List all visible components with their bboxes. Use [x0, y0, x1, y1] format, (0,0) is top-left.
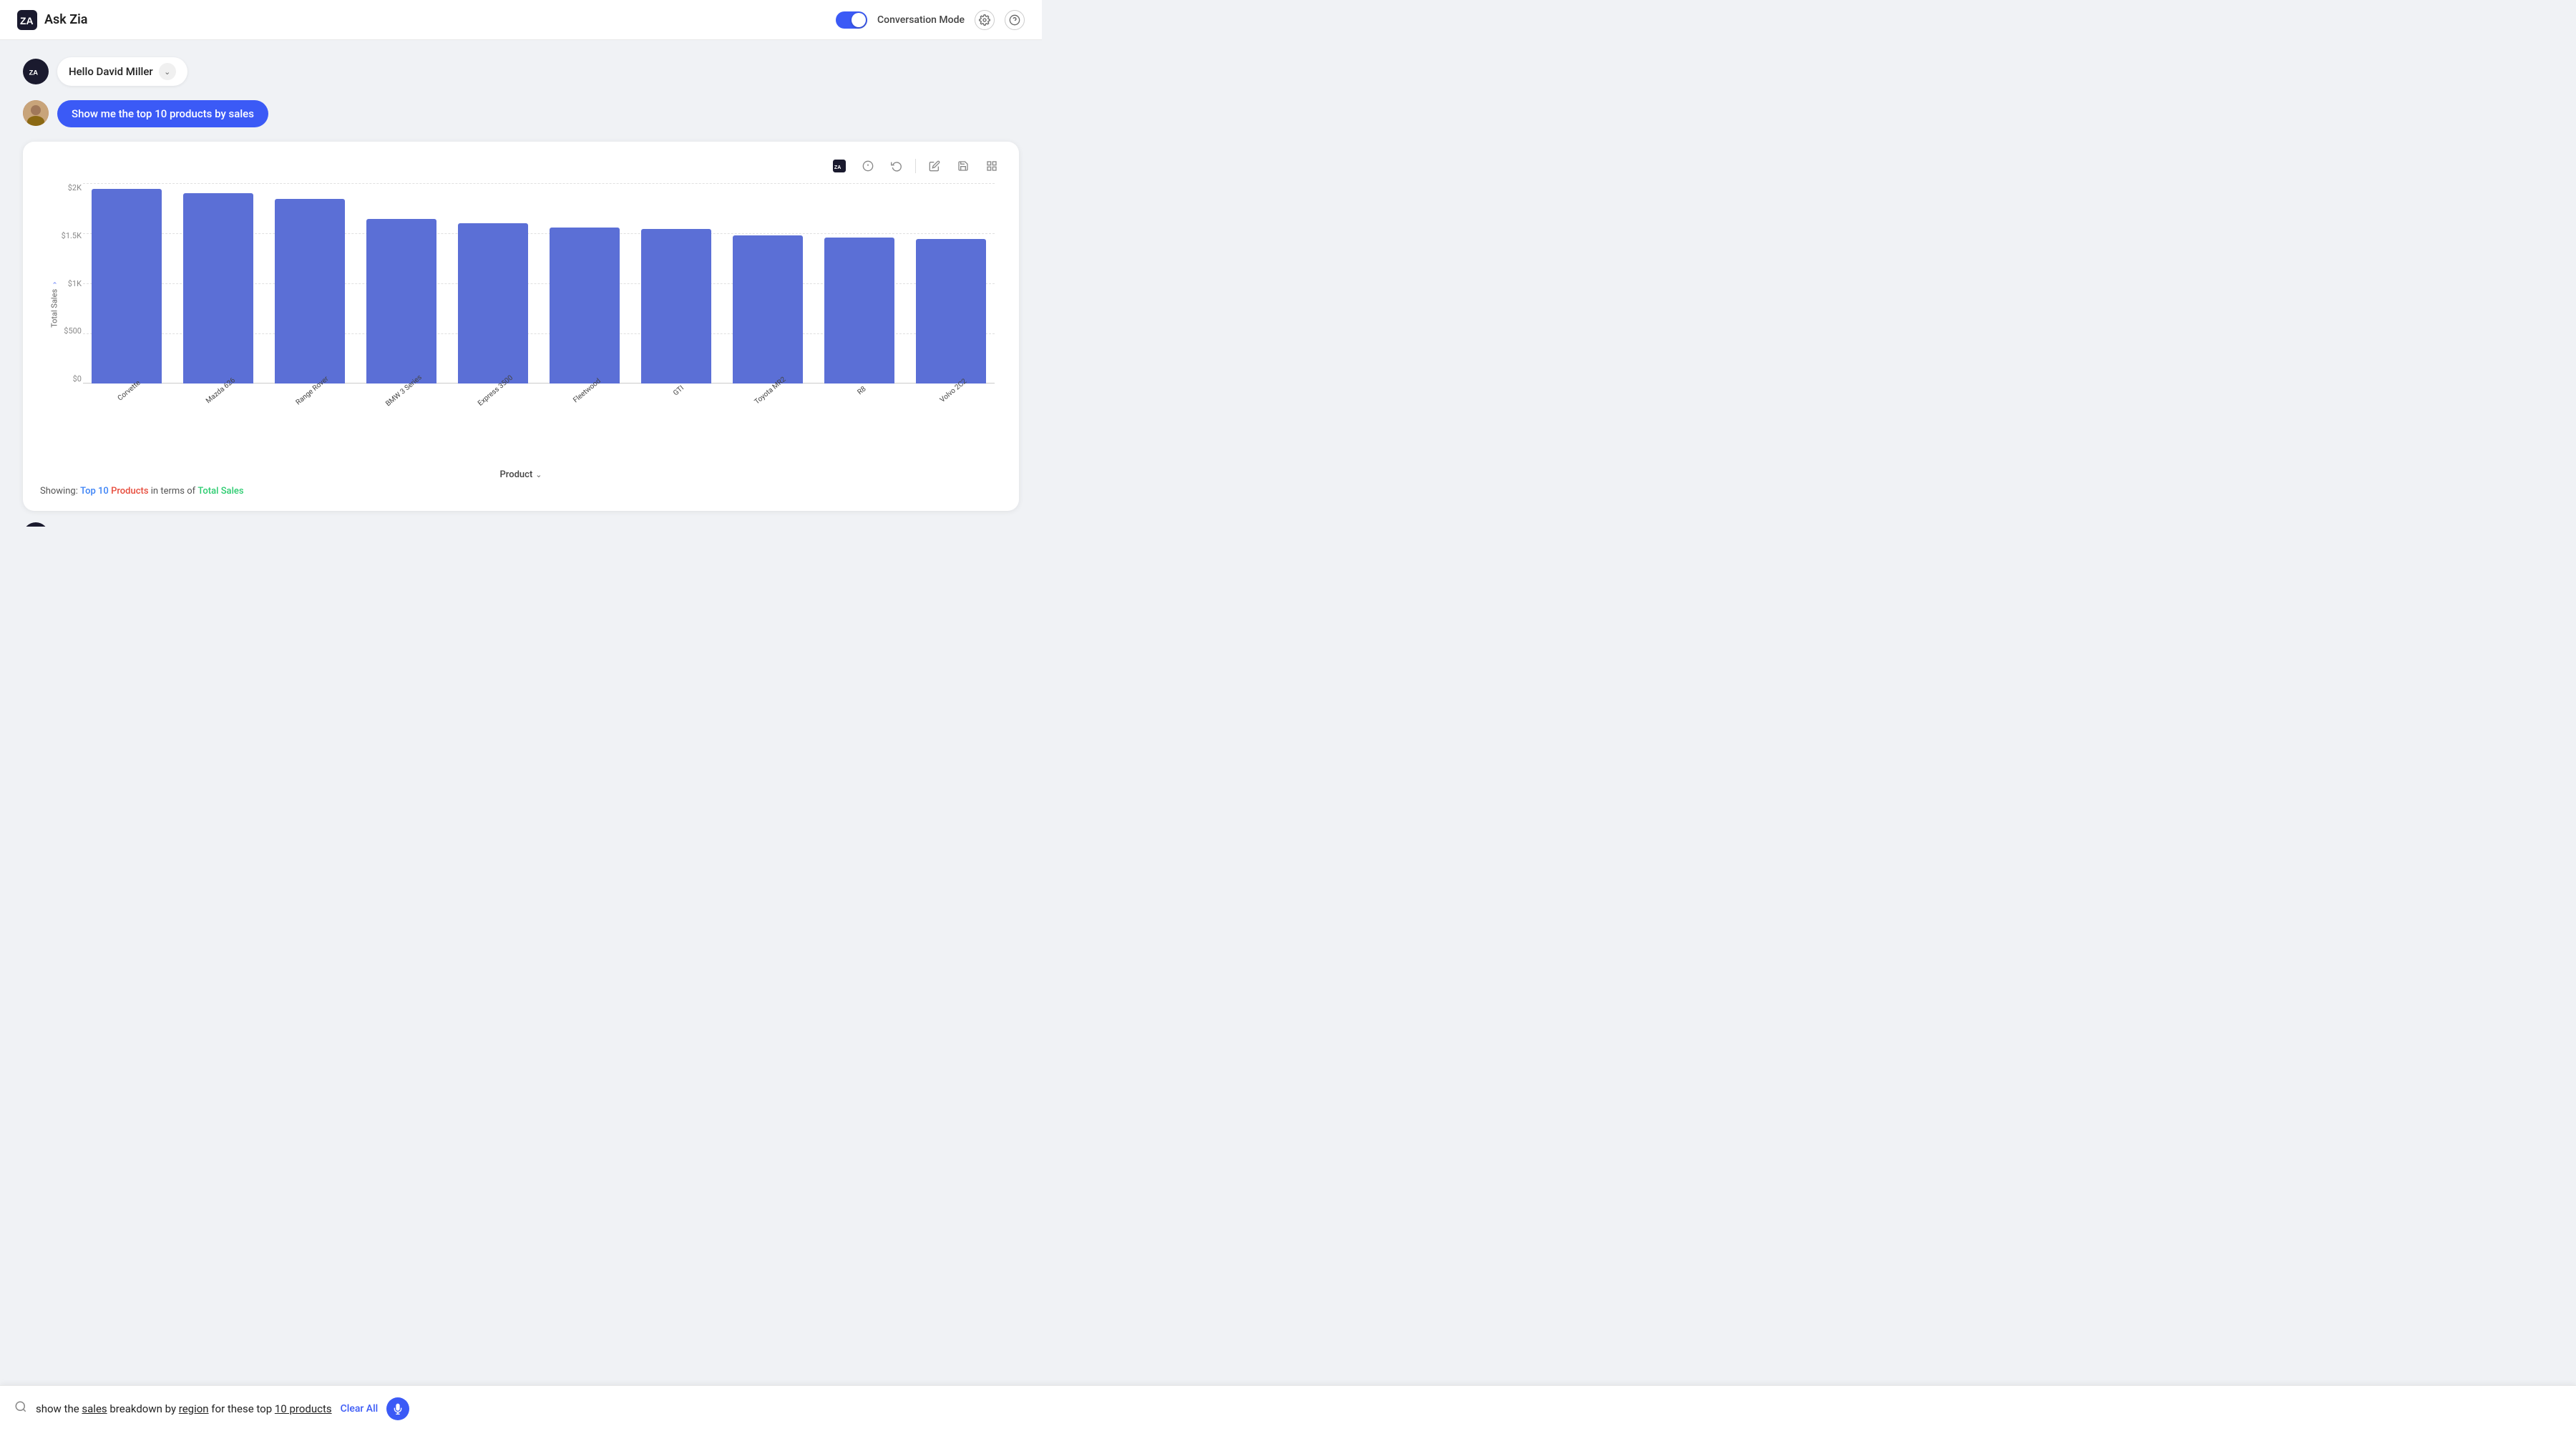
bar-bmw3series[interactable]	[358, 183, 445, 384]
search-text-display: show the sales breakdown by region for t…	[36, 1402, 332, 1415]
search-sales-underline: sales	[82, 1402, 107, 1415]
greeting-bubble: Hello David Miller ⌄	[57, 57, 187, 86]
bar-range-rover[interactable]	[266, 183, 353, 384]
user-message-row: Show me the top 10 products by sales	[23, 100, 1019, 127]
conversation-mode-toggle[interactable]	[836, 11, 867, 29]
microphone-button[interactable]	[386, 1397, 409, 1420]
user-avatar	[23, 100, 49, 126]
history-button[interactable]	[887, 156, 907, 176]
settings-button[interactable]	[975, 10, 995, 30]
user-message-text: Show me the top 10 products by sales	[72, 107, 254, 120]
search-region-underline: region	[179, 1402, 209, 1415]
showing-sales: Sales	[221, 486, 244, 497]
bar-mazda626[interactable]	[175, 183, 262, 384]
y-label-1k: $1K	[68, 279, 82, 288]
zia-bottom-row: ZA	[23, 522, 1019, 527]
x-axis-label-row: Product ⌄	[40, 469, 1002, 480]
bar-corvette[interactable]	[83, 183, 170, 384]
search-products-underline: 10 products	[275, 1402, 332, 1415]
toolbar-separator	[915, 159, 916, 173]
chart-toolbar: ZA	[40, 156, 1002, 176]
bar-toyotamr2[interactable]	[724, 183, 811, 384]
x-labels-row: Corvette Mazda 626 Range Rover BMW 3 Ser…	[83, 384, 995, 426]
search-bar: show the sales breakdown by region for t…	[0, 1385, 2576, 1431]
svg-text:ZA: ZA	[29, 69, 39, 77]
y-label-1-5k: $1.5K	[62, 231, 82, 240]
bar-volvo2c2[interactable]	[907, 183, 995, 384]
save-button[interactable]	[953, 156, 973, 176]
search-prefix: show the	[36, 1402, 82, 1415]
header-right: Conversation Mode	[836, 10, 1025, 30]
bar-express3500[interactable]	[449, 183, 537, 384]
zia-avatar-bottom: ZA	[23, 522, 49, 527]
y-axis-label: Total Sales ›	[50, 269, 59, 341]
showing-in-terms-of: in terms of	[151, 486, 198, 497]
app-title: Ask Zia	[44, 12, 87, 27]
showing-top10: Top 10	[80, 486, 111, 497]
zia-avatar: ZA	[23, 59, 49, 84]
search-icon	[14, 1400, 27, 1417]
bar-r8[interactable]	[816, 183, 903, 384]
chart-card: ZA	[23, 142, 1019, 511]
zia-analyze-button[interactable]: ZA	[829, 156, 849, 176]
main-content: ZA Hello David Miller ⌄ Show me the top …	[0, 40, 1042, 527]
y-label-2k: $2K	[68, 183, 82, 192]
conversation-mode-label: Conversation Mode	[877, 14, 965, 26]
user-message-bubble: Show me the top 10 products by sales	[57, 100, 268, 127]
greeting-text: Hello David Miller	[69, 65, 153, 78]
search-end: for these top	[209, 1402, 275, 1415]
grid-view-button[interactable]	[982, 156, 1002, 176]
clear-all-button[interactable]: Clear All	[341, 1403, 379, 1415]
showing-products: Products	[111, 486, 148, 497]
greeting-chevron-button[interactable]: ⌄	[159, 63, 176, 80]
edit-button[interactable]	[924, 156, 945, 176]
svg-text:ZA: ZA	[20, 15, 34, 26]
svg-text:ZA: ZA	[834, 165, 841, 170]
greeting-row: ZA Hello David Miller ⌄	[23, 57, 1019, 86]
product-chevron-icon[interactable]: ⌄	[535, 470, 542, 479]
showing-row: Showing: Top 10 Products in terms of Tot…	[40, 486, 1002, 497]
info-button[interactable]	[858, 156, 878, 176]
bars-container	[83, 183, 995, 384]
zia-logo-icon: ZA	[17, 10, 37, 30]
y-label-500: $500	[64, 326, 82, 336]
help-button[interactable]	[1005, 10, 1025, 30]
bar-fleetwood[interactable]	[541, 183, 628, 384]
product-axis-label: Product	[500, 469, 533, 480]
showing-label: Showing:	[40, 486, 78, 497]
y-label-0: $0	[73, 374, 82, 384]
header-left: ZA Ask Zia	[17, 10, 87, 30]
bar-gti[interactable]	[633, 183, 720, 384]
showing-total: Total	[197, 486, 218, 497]
header: ZA Ask Zia Conversation Mode	[0, 0, 1042, 40]
toggle-knob	[852, 13, 866, 27]
search-middle: breakdown by	[107, 1402, 179, 1415]
